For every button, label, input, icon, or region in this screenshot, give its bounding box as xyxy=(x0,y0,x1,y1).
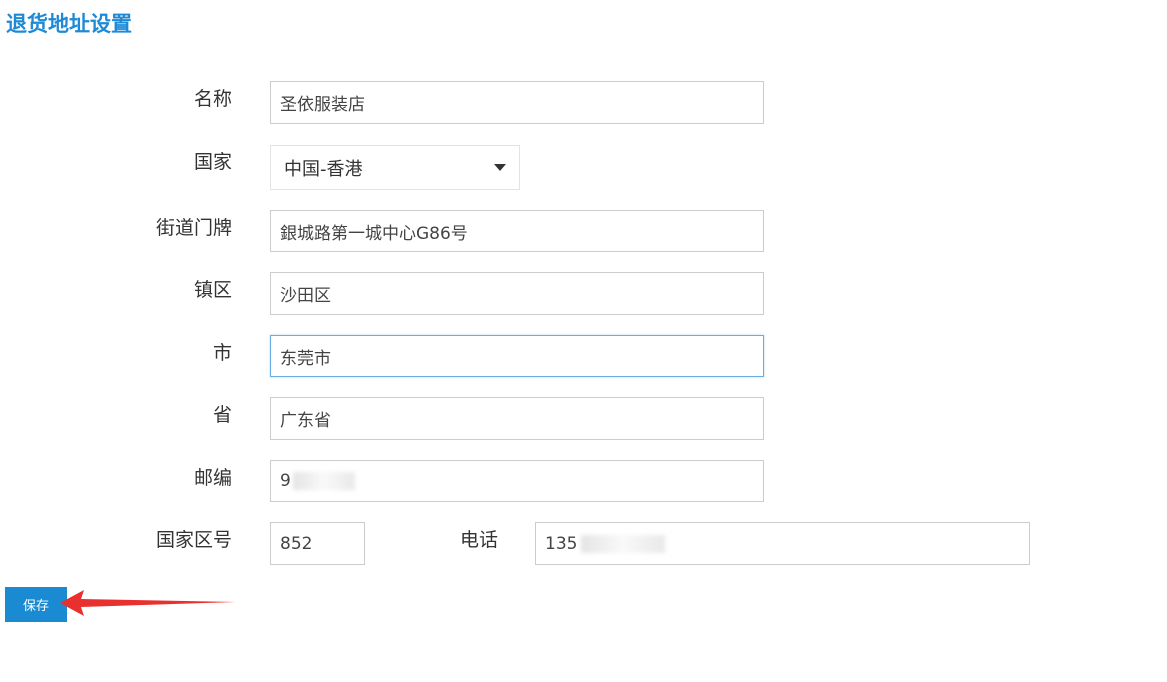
town-label: 镇区 xyxy=(193,279,232,301)
postcode-value: 9 xyxy=(280,471,291,491)
town-input[interactable]: 沙田区 xyxy=(270,272,764,315)
street-input[interactable]: 銀城路第一城中心G86号 xyxy=(270,210,764,252)
city-input[interactable]: 东莞市 xyxy=(270,335,764,377)
country-code-input[interactable]: 852 xyxy=(270,522,365,565)
name-label: 名称 xyxy=(193,88,232,110)
phone-value: 135 xyxy=(545,533,578,554)
save-button[interactable]: 保存 xyxy=(5,587,67,622)
caret-down-icon xyxy=(494,164,506,171)
country-select[interactable]: 中国-香港 xyxy=(270,145,520,190)
name-input[interactable]: 圣依服装店 xyxy=(270,81,764,124)
redacted-phone xyxy=(581,534,666,553)
phone-label: 电话 xyxy=(459,529,498,551)
street-label: 街道门牌 xyxy=(155,217,232,239)
province-label: 省 xyxy=(212,404,232,426)
country-code-label: 国家区号 xyxy=(155,529,232,551)
page-title: 退货地址设置 xyxy=(6,12,132,36)
postcode-input[interactable]: 9 xyxy=(270,460,764,502)
province-input[interactable]: 广东省 xyxy=(270,397,764,440)
city-label: 市 xyxy=(212,342,232,364)
country-label: 国家 xyxy=(193,151,232,173)
redacted-postcode xyxy=(292,472,355,490)
country-select-value: 中国-香港 xyxy=(284,158,363,180)
postcode-label: 邮编 xyxy=(193,467,232,489)
annotation-arrow-icon xyxy=(60,590,236,616)
phone-input[interactable]: 135 xyxy=(535,522,1030,565)
